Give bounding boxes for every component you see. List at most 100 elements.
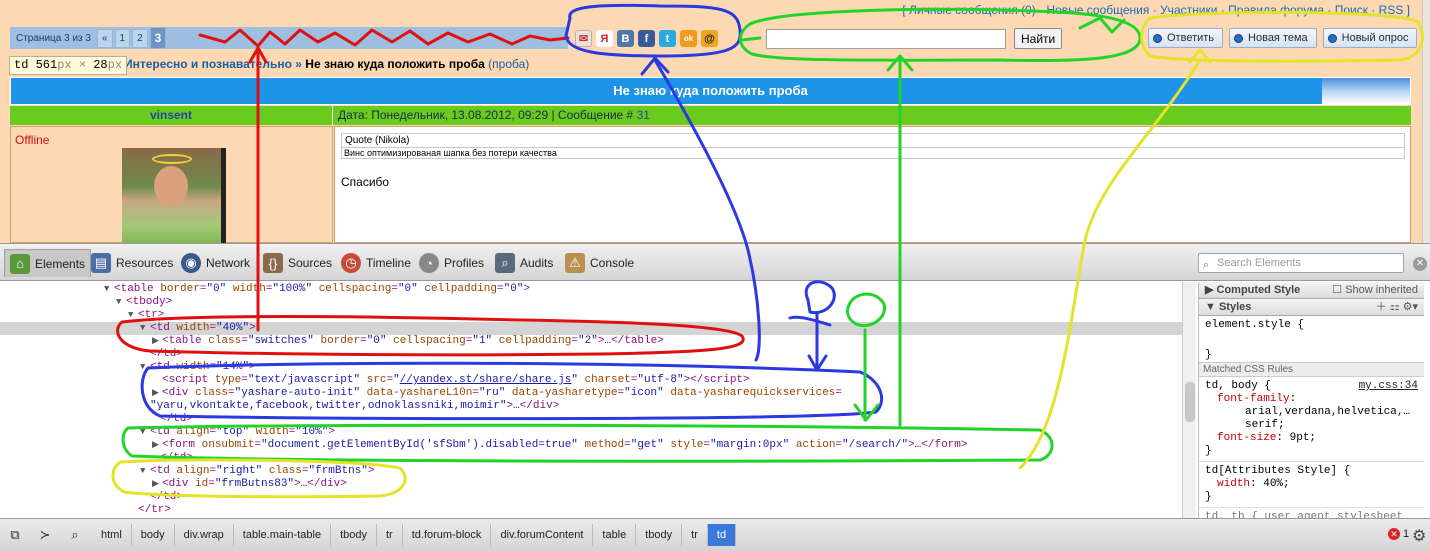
new-topic-button[interactable]: Новая тема [1229,28,1317,48]
search-button[interactable]: Найти [1014,28,1063,49]
pagination: Страница 3 из 3 « 1 2 3 [10,27,568,49]
dock-icon[interactable]: ⧉ [6,527,24,543]
dom-breadcrumb-item[interactable]: tr [682,524,708,546]
tab-timeline[interactable]: ◷ Timeline [336,249,416,277]
facebook-icon[interactable]: f [638,30,655,47]
reply-button[interactable]: Ответить [1148,28,1224,48]
tab-network[interactable]: ◉ Network [176,249,255,277]
dom-node-form[interactable]: ▶ <form onsubmit="document.getElementById… [0,439,967,452]
styles-header[interactable]: ▼ Styles ＋ ⚏ ⚙▾ [1199,299,1424,316]
dom-node-tbody[interactable]: ▼ <tbody> [0,296,172,309]
vkontakte-icon[interactable]: B [617,30,634,47]
dom-breadcrumb-item[interactable]: table [593,524,637,546]
element-style-selector: element.style { [1205,319,1305,331]
page-2-button[interactable]: 2 [132,28,148,48]
page-scrollbar[interactable] [1422,0,1430,243]
dom-node-td-close[interactable]: </td> [0,348,183,361]
avatar-face [154,166,188,206]
dom-breadcrumb-item[interactable]: tr [377,524,403,546]
breadcrumb-subtitle: (проба) [488,57,530,71]
tab-audits[interactable]: ⌕ Audits [490,249,558,277]
dom-node-switches-table[interactable]: ▶ <table class="switches" border="0" cell… [0,335,664,348]
dom-node-td-close-4[interactable]: </td> [0,491,183,504]
dom-node-table[interactable]: ▼ <table border="0" width="100%" cellspac… [0,283,530,296]
twitter-icon[interactable]: t [659,30,676,47]
css-rule-td-attr[interactable]: td[Attributes Style] { width: 40%; } [1199,461,1424,507]
rule2-close: } [1205,491,1212,503]
link-rss[interactable]: RSS ] [1379,3,1410,17]
error-count: 1 [1403,528,1410,540]
post-meta: Дата: Понедельник, 13.08.2012, 09:29 | С… [333,106,1411,125]
search-elements-input[interactable]: ⌕ Search Elements [1198,253,1404,273]
dom-node-frmbtns-div[interactable]: ▶ <div id="frmButns83">…</div> [0,478,347,491]
rule1-source-link[interactable]: my.css:34 [1359,380,1418,393]
settings-gear-icon[interactable]: ⚙ [1412,526,1426,546]
link-new-messages[interactable]: Новые сообщения [1046,3,1149,17]
dom-node-tr[interactable]: ▼ <tr> [0,309,164,322]
show-inherited-toggle[interactable]: ☐ Show inherited [1332,282,1418,299]
search-input[interactable] [766,28,1006,49]
quote-title: Quote (Nikola) [345,135,410,146]
clear-search-icon[interactable]: ✕ [1413,257,1427,271]
computed-style-header[interactable]: ▶ Computed Style ☐ Show inherited [1199,282,1424,299]
dom-node-td-close-3[interactable]: </td> [0,452,193,465]
rule1-close: } [1205,445,1212,457]
error-icon: ✕ [1388,528,1400,540]
link-members[interactable]: Участники [1160,3,1217,17]
dom-node-yashare-div-cont[interactable]: "yaru,vkontakte,facebook,twitter,odnokla… [0,400,559,413]
dom-node-td-close-2[interactable]: </td> [0,413,193,426]
dom-node-script[interactable]: <script type="text/javascript" src="//ya… [0,374,750,387]
devtools-toolbar: ⌂ Elements ▤ Resources ◉ Network {} Sources … [0,244,1430,281]
error-counter[interactable]: ✕ 1 [1388,528,1409,540]
dom-breadcrumb-item[interactable]: html [92,524,132,546]
console-drawer-icon[interactable]: ≻ [36,527,54,543]
dom-node-td-right[interactable]: ▼ <td align="right" class="frmBtns"> [0,465,375,478]
dom-breadcrumb-item[interactable]: body [132,524,175,546]
mailru-icon[interactable]: @ [701,30,718,47]
link-search[interactable]: Поиск [1335,3,1368,17]
yaru-icon[interactable]: Я [596,30,613,47]
dom-node-td-14[interactable]: ▼ <td width="14%"> [0,361,256,374]
tab-sources-label: Sources [288,256,333,270]
odnoklassniki-icon[interactable]: ok [680,30,697,47]
styles-controls[interactable]: ＋ ⚏ ⚙▾ [1376,299,1418,316]
element-style-rule[interactable]: element.style { } [1199,316,1424,362]
inspect-icon[interactable]: ⌕ [66,527,84,543]
dom-breadcrumb-item[interactable]: td [707,524,737,546]
tab-resources[interactable]: ▤ Resources [86,249,178,277]
dom-node-td-40-selected[interactable]: ▼ <td width="40%"> [0,322,1182,335]
moimir-icon[interactable]: ✉ [575,30,592,47]
tab-profiles[interactable]: ◔ Profiles [414,249,489,277]
tab-audits-label: Audits [520,256,554,270]
link-rules[interactable]: Правила форума [1228,3,1324,17]
css-rule-td-body[interactable]: td, body {my.css:34 font-family: arial,v… [1199,377,1424,461]
rule2-selector: td[Attributes Style] { [1205,465,1351,477]
dom-node-yashare-div[interactable]: ▶ <div class="yashare-auto-init" data-yas… [0,387,842,400]
dom-node-td-top[interactable]: ▼ <td align="top" width="10%"> [0,426,335,439]
top-links: [ Личные сообщения (0) · Новые сообщения… [902,3,1410,17]
tab-console[interactable]: ⚠ Console [560,249,639,277]
dom-breadcrumb-item[interactable]: table.main-table [234,524,332,546]
rule2-val: 40%; [1263,478,1290,490]
rule1-val2: 9pt; [1289,432,1317,444]
dom-breadcrumb-item[interactable]: tbody [636,524,683,546]
dom-breadcrumb-item[interactable]: div.wrap [175,524,234,546]
tab-sources[interactable]: {} Sources [258,249,337,277]
new-poll-button[interactable]: Новый опрос [1322,28,1418,48]
dom-tree[interactable]: ▼ <table border="0" width="100%" cellspac… [0,282,1182,518]
breadcrumb-section-link[interactable]: Интересно и познавательно [124,57,292,71]
dom-breadcrumb-item[interactable]: td.forum-block [403,524,492,546]
page-prev-button[interactable]: « [96,28,113,48]
link-private-messages[interactable]: [ Личные сообщения (0) [902,3,1035,17]
page-1-button[interactable]: 1 [114,28,131,48]
search-form: Найти [766,28,1063,49]
dom-node-tr-close[interactable]: </tr> [0,504,171,517]
post-number-link[interactable]: 31 [637,108,650,122]
dom-breadcrumb-item[interactable]: div.forumContent [491,524,594,546]
dom-scrollbar[interactable] [1182,282,1196,518]
dom-scrollbar-thumb[interactable] [1185,382,1195,422]
dom-breadcrumb-item[interactable]: tbody [331,524,377,546]
post-author-name[interactable]: vinsent [10,106,333,125]
tab-elements[interactable]: ⌂ Elements [4,249,92,277]
header-sky-image [1322,78,1410,104]
